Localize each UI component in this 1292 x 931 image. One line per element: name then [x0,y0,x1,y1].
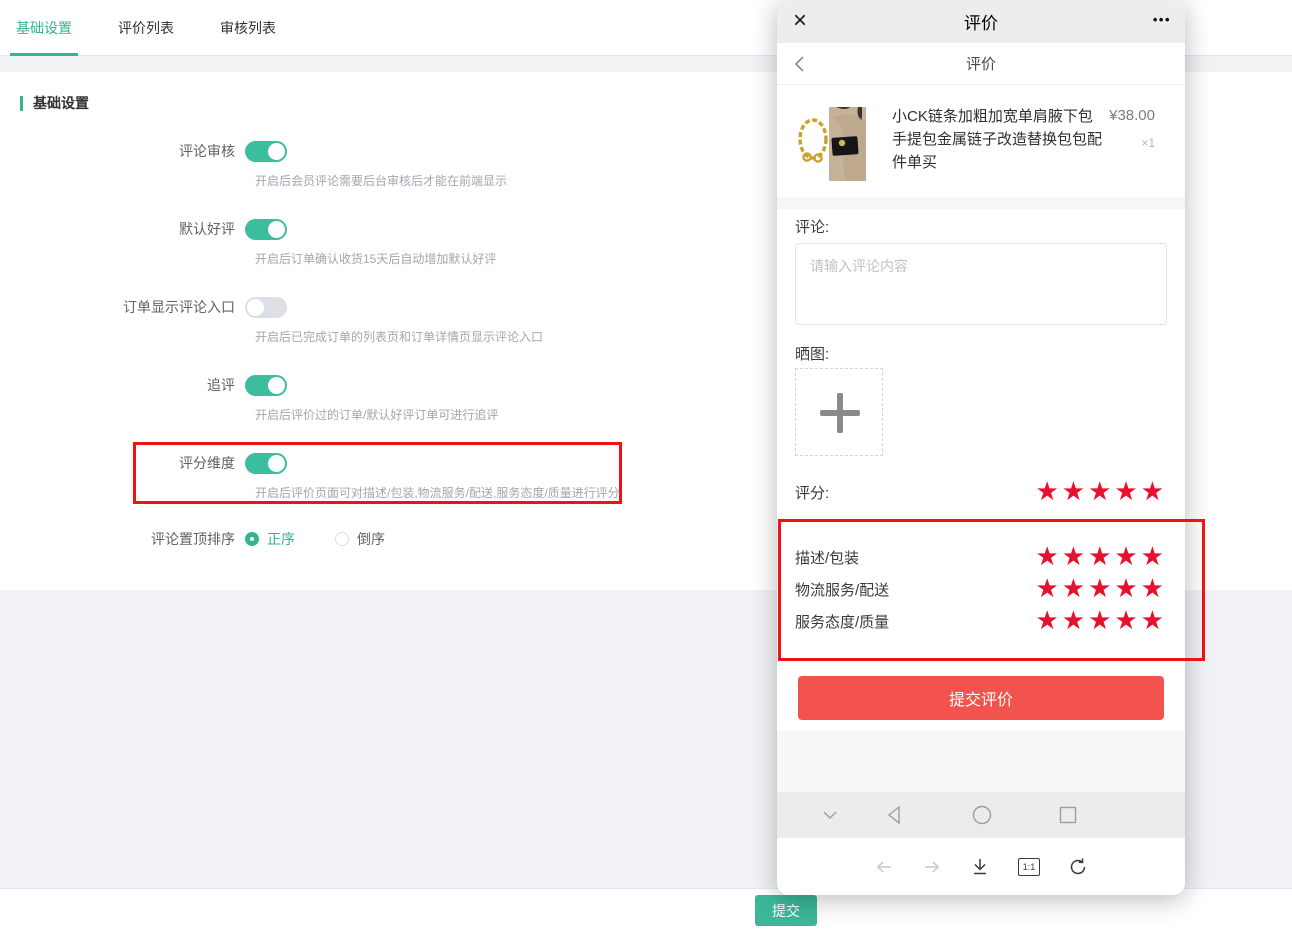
product-title: 小CK链条加粗加宽单肩腋下包手提包金属链子改造替换包包配件单买 [892,105,1104,174]
setting-description: 开启后已完成订单的列表页和订单详情页显示评论入口 [255,328,543,345]
radio-dot [245,532,259,546]
sort-setting-label: 评论置顶排序 [0,529,245,549]
home-circle-icon[interactable] [969,803,995,827]
setting-label: 订单显示评论入口 [0,297,245,317]
phone-nav-title: 评价 [777,53,1185,74]
setting-row: 评论审核开启后会员评论需要后台审核后才能在前端显示 [0,140,780,162]
dimension-label: 描述/包装 [795,547,859,568]
setting-label: 评论审核 [0,141,245,161]
product-price-column: ¥38.00 ×1 [1109,107,1155,150]
product-price: ¥38.00 [1109,107,1155,124]
section-title: 基础设置 [33,93,89,113]
setting-label: 评分维度 [0,453,245,473]
android-nav-bar [777,792,1185,838]
star-rating[interactable]: ★★★★★ [1035,544,1167,570]
star-rating[interactable]: ★★★★★ [1035,576,1167,602]
radio-正序[interactable]: 正序 [245,529,295,549]
setting-toggle[interactable] [245,375,287,396]
phone-navbar: 评价 [777,43,1185,85]
admin-page: 基础设置评价列表审核列表 基础设置 评论审核开启后会员评论需要后台审核后才能在前… [0,0,1292,931]
tab-审核列表[interactable]: 审核列表 [214,0,282,56]
photos-label: 晒图: [795,343,829,364]
product-image [792,107,866,181]
setting-description: 开启后评价页面可对描述/包装,物流服务/配送,服务态度/质量进行评分 [255,484,620,501]
setting-description: 开启后订单确认收货15天后自动增加默认好评 [255,250,496,267]
chevron-down-icon[interactable] [817,803,843,827]
dimension-label: 物流服务/配送 [795,579,889,600]
more-icon[interactable]: ••• [1153,12,1171,27]
phone-preview-panel: × 评价 ••• 评价 [777,0,1185,895]
product-card[interactable]: 小CK链条加粗加宽单肩腋下包手提包金属链子改造替换包包配件单买 ¥38.00 ×… [777,85,1185,197]
setting-row: 评分维度开启后评价页面可对描述/包装,物流服务/配送,服务态度/质量进行评分 [0,452,780,474]
submit-button[interactable]: 提交 [755,895,817,926]
forward-arrow-icon[interactable] [922,857,942,877]
dimension-rating-row: 服务态度/质量 ★★★★★ [795,606,1167,636]
dimension-rating-row: 描述/包装 ★★★★★ [795,542,1167,572]
section-accent-bar [20,96,23,111]
section-divider [777,197,1185,209]
comment-label: 评论: [795,216,829,237]
star-rating[interactable]: ★★★★★ [1035,479,1167,505]
setting-description: 开启后评价过的订单/默认好评订单可进行追评 [255,406,498,423]
setting-label: 追评 [0,375,245,395]
photo-upload-button[interactable] [795,368,883,456]
product-quantity: ×1 [1109,136,1155,150]
dimension-label: 服务态度/质量 [795,611,889,632]
sort-setting-row: 评论置顶排序 正序 倒序 [0,528,780,550]
setting-row: 默认好评开启后订单确认收货15天后自动增加默认好评 [0,218,780,240]
tab-基础设置[interactable]: 基础设置 [10,0,78,56]
setting-toggle[interactable] [245,453,287,474]
section-header: 基础设置 [20,93,89,113]
close-icon[interactable]: × [793,6,807,36]
back-triangle-icon[interactable] [882,803,908,827]
setting-toggle[interactable] [245,297,287,318]
submit-review-button[interactable]: 提交评价 [798,676,1164,720]
phone-title: 评价 [777,9,1185,34]
back-arrow-icon[interactable] [874,857,894,877]
back-chevron-icon[interactable] [791,54,809,79]
rating-label: 评分: [795,482,829,503]
star-rating[interactable]: ★★★★★ [1035,608,1167,634]
devtools-bar: 1:1 [777,838,1185,895]
dimension-rating-row: 物流服务/配送 ★★★★★ [795,574,1167,604]
setting-row: 订单显示评论入口开启后已完成订单的列表页和订单详情页显示评论入口 [0,296,780,318]
overall-rating-row: 评分: ★★★★★ [795,478,1167,506]
radio-dot [335,532,349,546]
comment-input[interactable] [795,243,1167,325]
content-spacer [777,731,1185,792]
refresh-icon[interactable] [1068,857,1088,877]
setting-label: 默认好评 [0,219,245,239]
recent-square-icon[interactable] [1055,803,1081,827]
setting-toggle[interactable] [245,141,287,162]
radio-label: 正序 [267,529,295,549]
tab-评价列表[interactable]: 评价列表 [112,0,180,56]
scale-1-1-icon[interactable]: 1:1 [1018,858,1040,876]
setting-description: 开启后会员评论需要后台审核后才能在前端显示 [255,172,507,189]
setting-toggle[interactable] [245,219,287,240]
radio-倒序[interactable]: 倒序 [335,529,385,549]
phone-titlebar: × 评价 ••• [777,0,1185,43]
download-icon[interactable] [970,857,990,877]
radio-label: 倒序 [357,529,385,549]
setting-row: 追评开启后评价过的订单/默认好评订单可进行追评 [0,374,780,396]
